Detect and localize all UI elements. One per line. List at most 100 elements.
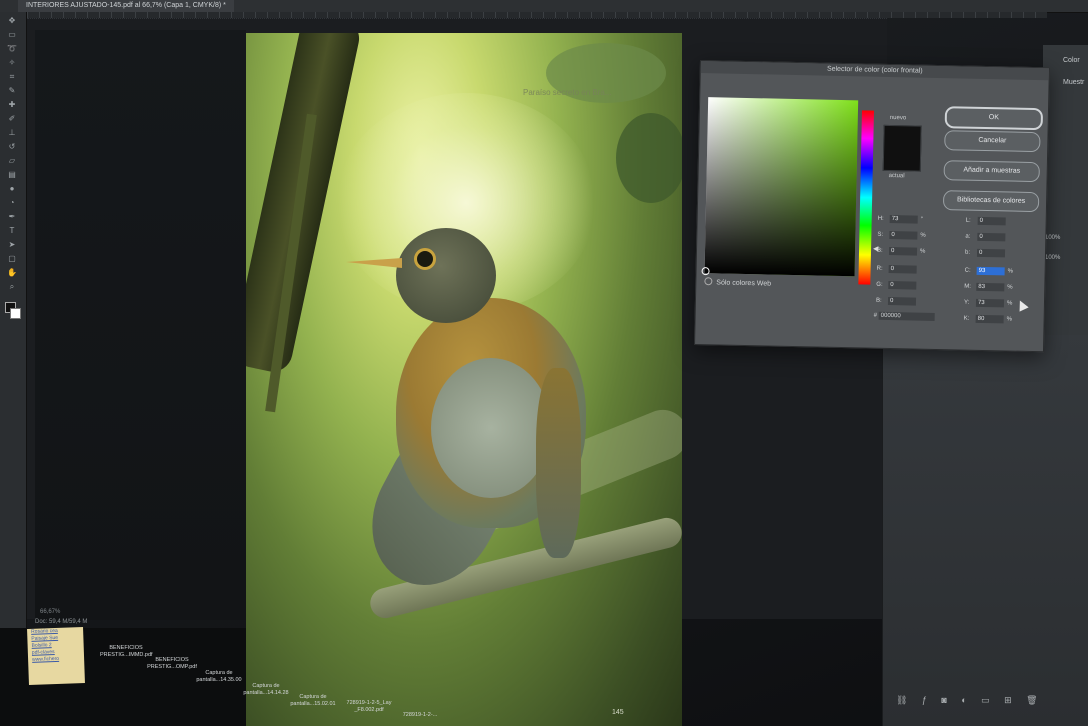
hex-field: # 000000: [873, 311, 935, 321]
color-panel-tab[interactable]: Color: [1063, 57, 1080, 64]
zoom-level[interactable]: 66,67%: [40, 609, 60, 615]
layers-panel-footer: ⛓ ƒ ◙ ◐ ▭ ⊞ 🗑: [886, 690, 1086, 706]
brush-tool-icon[interactable]: ✐: [6, 114, 18, 123]
marquee-tool-icon[interactable]: ▭: [6, 30, 18, 39]
l-field: L: 0: [965, 216, 1006, 226]
pen-tool-icon[interactable]: ✒: [6, 212, 18, 221]
l-input[interactable]: 0: [977, 216, 1006, 226]
y-field: Y: 73%: [963, 298, 1013, 308]
blur-tool-icon[interactable]: ●: [6, 184, 18, 193]
zoom-tool-icon[interactable]: ⌕: [6, 282, 18, 291]
h-field: H: 73 °: [878, 215, 924, 224]
history-brush-tool-icon[interactable]: ↺: [6, 142, 18, 151]
color-libraries-button[interactable]: Bibliotecas de colores: [942, 190, 1040, 213]
type-tool-icon[interactable]: T: [6, 226, 18, 235]
r-input[interactable]: 0: [888, 264, 917, 274]
file-name-line1: Captura de: [205, 670, 233, 676]
blue-input[interactable]: 0: [887, 296, 917, 306]
bird-photo[interactable]: Paraíso secreto en Bra... 145: [246, 33, 682, 726]
path-selection-tool-icon[interactable]: ➤: [6, 240, 18, 249]
desktop-file[interactable]: 728919-1-2-5_Lay _F8.002.pdf: [343, 700, 395, 714]
trash-icon[interactable]: 🗑: [1026, 695, 1037, 706]
web-colors-only-checkbox[interactable]: Sólo colores Web: [704, 277, 771, 288]
file-name-line2: PRESTIG...IMMD.pdf: [100, 652, 153, 658]
c-input[interactable]: 93: [976, 266, 1005, 276]
c-field: C: 93%: [965, 266, 1014, 276]
fx-icon[interactable]: ƒ: [922, 695, 927, 705]
y-label: Y:: [963, 299, 970, 306]
k-input[interactable]: 80: [975, 314, 1004, 324]
h-input[interactable]: 73: [889, 215, 918, 224]
magic-wand-tool-icon[interactable]: ✧: [6, 58, 18, 67]
new-layer-icon[interactable]: ⊞: [1004, 695, 1012, 706]
link-layers-icon[interactable]: ⛓: [896, 695, 907, 706]
lab-b-label: b:: [964, 249, 971, 256]
page-number: 145: [612, 709, 624, 716]
k-field: K: 80%: [964, 314, 1013, 324]
s-unit: %: [920, 232, 926, 239]
file-name-line2: _F8.002.pdf: [354, 707, 384, 713]
h-label: H:: [877, 215, 884, 222]
color-field[interactable]: [701, 97, 859, 277]
add-to-swatches-button[interactable]: Añadir a muestras: [943, 160, 1040, 183]
file-name-line1: 728919-1-2-...: [402, 712, 438, 718]
lab-b-input[interactable]: 0: [976, 248, 1006, 258]
color-field-marker[interactable]: [701, 267, 710, 276]
ok-button[interactable]: OK: [944, 106, 1044, 131]
s-field: S: 0%: [877, 231, 926, 240]
file-name-line1: Captura de: [252, 683, 280, 689]
checkbox-icon[interactable]: [704, 277, 713, 286]
shape-tool-icon[interactable]: ▢: [6, 254, 18, 263]
move-tool-icon[interactable]: ✥: [6, 16, 18, 25]
healing-tool-icon[interactable]: ✚: [6, 100, 18, 109]
file-name-line2: pantalla...15.02.01: [290, 701, 336, 707]
lasso-tool-icon[interactable]: ➰: [6, 44, 18, 53]
g-input[interactable]: 0: [888, 280, 917, 290]
adjustment-icon[interactable]: ◐: [961, 695, 966, 705]
desktop-file[interactable]: Captura de pantalla...14.14.28: [240, 683, 292, 697]
a-label: a:: [965, 233, 971, 240]
swatches-panel-tab[interactable]: Muestr: [1063, 79, 1084, 86]
color-picker-dialog: Selector de color (color frontal) ◀ nuev…: [694, 60, 1050, 353]
y-input[interactable]: 73: [975, 298, 1005, 308]
file-name-line1: 728919-1-2-5_Lay: [346, 700, 392, 706]
s-input[interactable]: 0: [889, 231, 918, 240]
m-label: M:: [964, 283, 972, 290]
desktop-file[interactable]: Captura de pantalla...15.02.01: [287, 694, 339, 708]
crop-tool-icon[interactable]: ⌗: [6, 72, 18, 81]
desktop-file[interactable]: BENEFICIOS PRESTIG...IMMD.pdf: [100, 645, 153, 659]
a-input[interactable]: 0: [977, 232, 1006, 242]
stamp-tool-icon[interactable]: ⊥: [6, 128, 18, 137]
b-unit: %: [919, 248, 926, 255]
folder-icon[interactable]: ▭: [981, 695, 990, 706]
mask-icon[interactable]: ◙: [941, 695, 946, 705]
desktop-file[interactable]: 728919-1-2-...: [394, 712, 446, 719]
b-input[interactable]: 0: [888, 247, 918, 256]
hue-slider[interactable]: [858, 110, 874, 285]
cancel-button[interactable]: Cancelar: [944, 130, 1041, 153]
l-label: L:: [965, 217, 971, 224]
hex-label: #: [873, 312, 878, 319]
m-input[interactable]: 83: [976, 282, 1005, 292]
panels-dock: Color Muestr 100% 100%: [1043, 45, 1088, 335]
opacity-value[interactable]: 100%: [1045, 235, 1060, 241]
g-label: G:: [876, 281, 883, 288]
background-color-swatch[interactable]: [10, 308, 21, 319]
document-tab[interactable]: INTERIORES AJUSTADO-145.pdf al 66,7% (Ca…: [18, 0, 234, 12]
facing-page: [35, 30, 246, 620]
dodge-tool-icon[interactable]: ◔: [6, 198, 18, 207]
fill-value[interactable]: 100%: [1045, 255, 1060, 261]
eyedropper-tool-icon[interactable]: ✎: [6, 86, 18, 95]
thrush-bird: [336, 228, 596, 608]
blue-label: B:: [875, 297, 882, 304]
m-field: M: 83%: [964, 282, 1013, 292]
hand-tool-icon[interactable]: ✋: [6, 268, 18, 277]
b-field: B: 0%: [877, 247, 926, 256]
gradient-tool-icon[interactable]: ▤: [6, 170, 18, 179]
hex-input[interactable]: 000000: [878, 311, 935, 321]
eraser-tool-icon[interactable]: ▱: [6, 156, 18, 165]
desktop-file[interactable]: BENEFICIOS PRESTIG...OMP.pdf: [146, 657, 198, 671]
a-field: a: 0: [965, 232, 1006, 242]
desktop-file[interactable]: Captura de pantalla...14.35.00: [193, 670, 245, 684]
lab-b-field: b: 0: [964, 248, 1006, 258]
